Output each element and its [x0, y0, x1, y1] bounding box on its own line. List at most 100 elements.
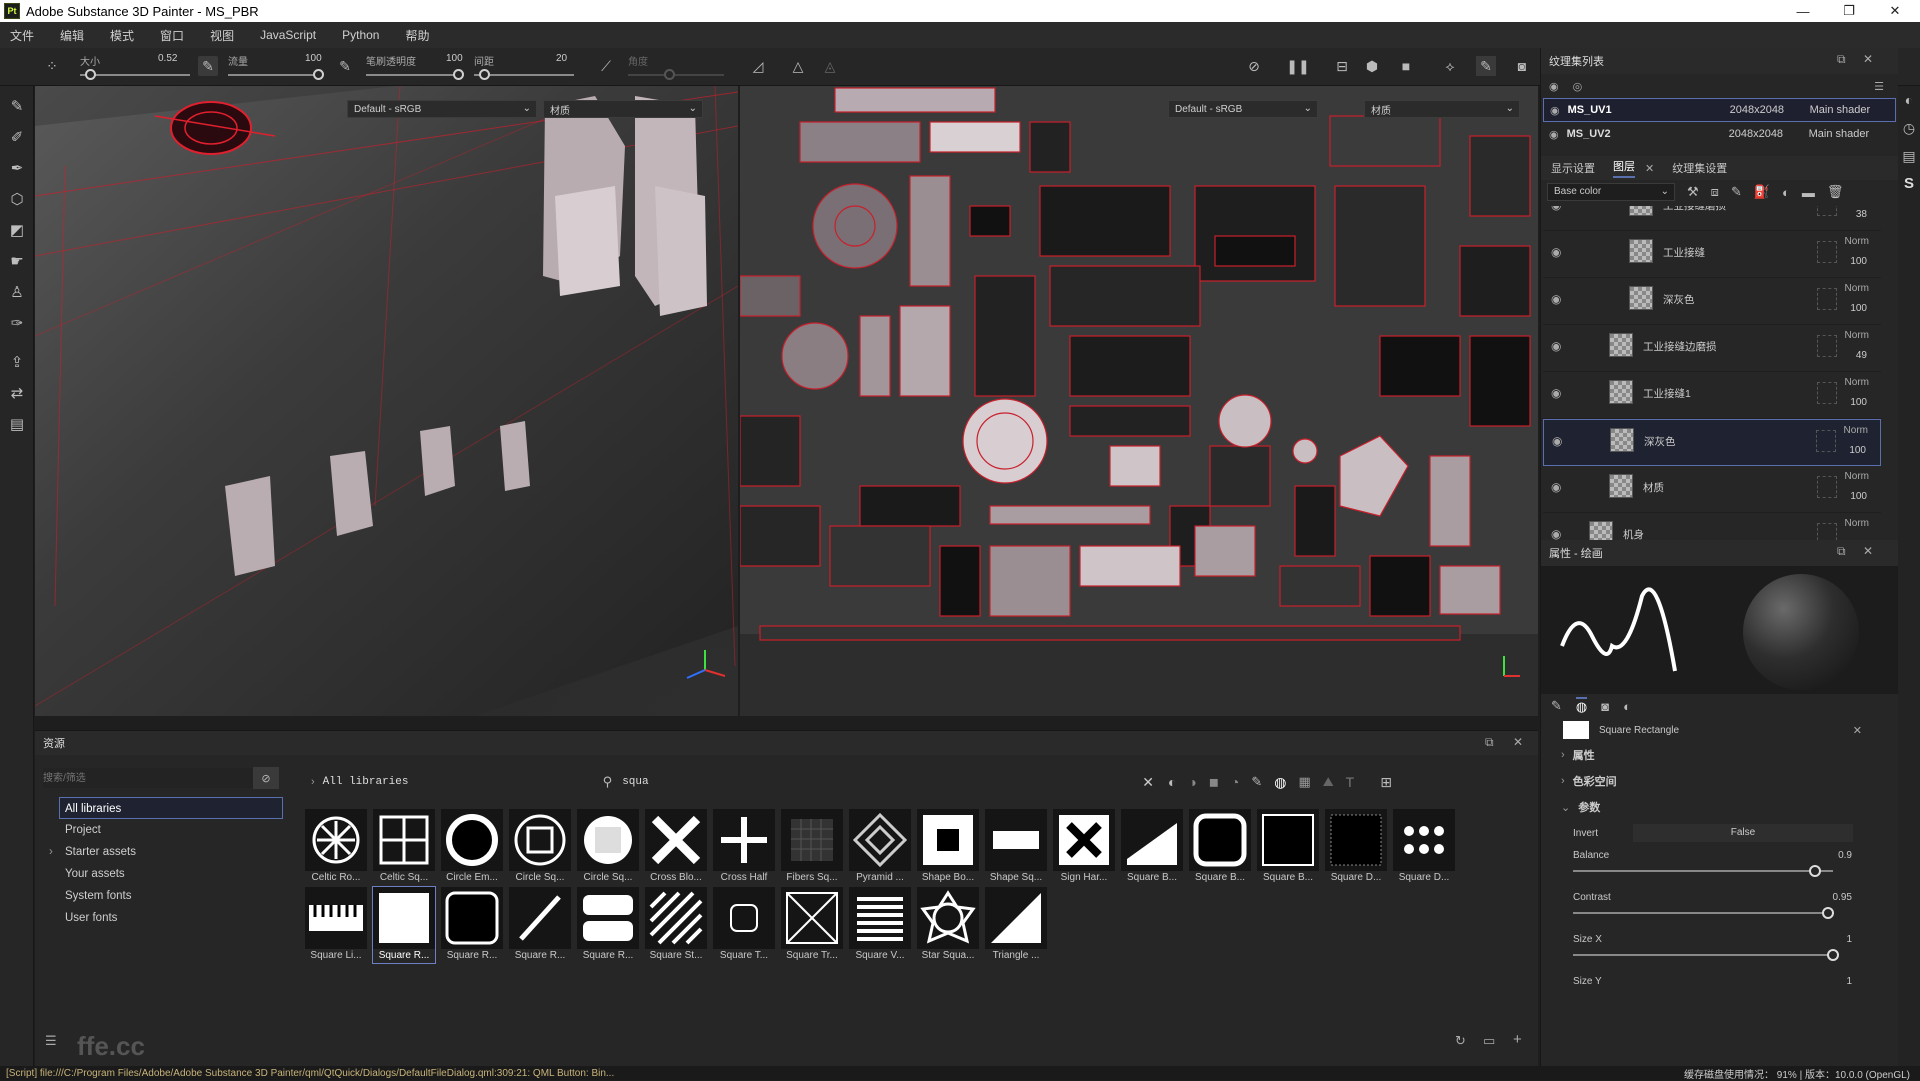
viewport-3d-channel-dropdown[interactable]: Default - sRGB ⌄	[347, 100, 537, 118]
size-x-slider[interactable]	[1573, 954, 1833, 956]
layer-opacity[interactable]: 100	[1850, 397, 1867, 408]
opacity-slider-handle[interactable]	[453, 69, 464, 80]
layer-mask-slot[interactable]	[1817, 335, 1837, 357]
asset-tile[interactable]: Fibers Sq...	[781, 809, 843, 885]
asset-tile[interactable]: Square Li...	[305, 887, 367, 963]
screenshot-icon[interactable]: ◙	[1512, 56, 1532, 76]
layer-blend-mode[interactable]: Norm	[1844, 425, 1868, 436]
mirror-icon[interactable]: △	[788, 56, 808, 76]
layer-row[interactable]: ◉ 深灰色 Norm 100	[1543, 419, 1881, 466]
pen-pressure-size-icon[interactable]: ✎	[198, 56, 218, 76]
texture-set-item-ms-uv2[interactable]: ◉ MS_UV2 2048x2048 Main shader	[1543, 122, 1896, 146]
viewport-3d-material-dropdown[interactable]: 材质 ⌄	[543, 100, 703, 118]
asset-tile[interactable]: Celtic Ro...	[305, 809, 367, 885]
size-x-slider-handle[interactable]	[1827, 949, 1839, 961]
mirror-off-icon[interactable]: ◬	[820, 56, 840, 76]
layer-name[interactable]: 工业接缝	[1663, 245, 1705, 260]
chevron-right-icon[interactable]: ›	[311, 776, 315, 788]
layer-row[interactable]: ◉ 工业接缝边磨损 Norm 49	[1543, 325, 1881, 372]
add-effect-icon[interactable]: ⚒	[1687, 184, 1699, 200]
eye-icon[interactable]: ◉	[1550, 104, 1560, 117]
history-icon[interactable]: ◷	[1898, 114, 1920, 142]
layer-opacity[interactable]: 49	[1856, 350, 1867, 361]
assets-search-input[interactable]: squa	[622, 776, 1142, 788]
pen-pressure-flow-icon[interactable]: ✎	[335, 56, 355, 76]
layer-mask-slot[interactable]	[1817, 523, 1837, 540]
add-mask-icon[interactable]: ⧈	[1711, 184, 1719, 200]
layer-blend-mode[interactable]: Norm	[1845, 518, 1869, 529]
layer-mask-slot[interactable]	[1817, 288, 1837, 310]
log-icon[interactable]: ▤	[1898, 142, 1920, 170]
filter-brush-icon[interactable]: ✎	[1251, 774, 1262, 790]
hide-icon[interactable]: ⊘	[1244, 56, 1264, 76]
asset-tile[interactable]: Shape Sq...	[985, 809, 1047, 885]
bake-icon[interactable]: ⟡	[1440, 56, 1460, 76]
alpha-slot[interactable]: Square Rectangle ✕	[1541, 718, 1898, 742]
eye-icon[interactable]: ◉	[1551, 386, 1561, 400]
asset-tile[interactable]: Square St...	[645, 887, 707, 963]
layer-name[interactable]: 深灰色	[1644, 434, 1676, 449]
filter-material-icon[interactable]: ◐	[1168, 774, 1176, 790]
library-all[interactable]: All libraries	[59, 797, 283, 819]
projection-icon[interactable]: ✒	[0, 152, 34, 183]
asset-tile[interactable]: Star Squa...	[917, 887, 979, 963]
layer-mask-slot[interactable]	[1817, 241, 1837, 263]
asset-tile[interactable]: Circle Sq...	[509, 809, 571, 885]
asset-tile[interactable]: Square D...	[1393, 809, 1455, 885]
filter-smart-material-icon[interactable]: ◑	[1188, 774, 1196, 790]
size-y-value[interactable]: 1	[1846, 976, 1852, 987]
clear-search-icon[interactable]: ✕	[1142, 774, 1154, 791]
delete-layer-icon[interactable]: 🗑	[1827, 184, 1844, 200]
invert-dropdown[interactable]: False	[1633, 824, 1853, 842]
alpha-thumbnail[interactable]	[1563, 721, 1589, 739]
layer-name[interactable]: 工业接缝1	[1643, 386, 1691, 401]
asset-tile[interactable]: Shape Bo...	[917, 809, 979, 885]
add-fill-layer-icon[interactable]: ⛽	[1754, 184, 1770, 200]
new-folder-icon[interactable]: ▭	[1483, 1033, 1495, 1049]
layer-opacity[interactable]: 38	[1856, 209, 1867, 220]
asset-tile[interactable]: Circle Sq...	[577, 809, 639, 885]
asset-tile[interactable]: Square Tr...	[781, 887, 843, 963]
contrast-slider[interactable]	[1573, 912, 1833, 914]
viewport-2d-material-dropdown[interactable]: 材质 ⌄	[1364, 100, 1520, 118]
layer-row[interactable]: ◉ 工业接缝磨损 38	[1543, 206, 1881, 231]
menu-help[interactable]: 帮助	[405, 27, 429, 44]
eye-outline-icon[interactable]: ◎	[1573, 80, 1583, 93]
size-value[interactable]: 0.52	[158, 53, 177, 64]
close-tab-icon[interactable]: ✕	[1645, 162, 1654, 175]
layer-row[interactable]: ◉ 机身 Norm	[1543, 513, 1881, 540]
layer-blend-mode[interactable]: Norm	[1845, 377, 1869, 388]
layer-mask-slot[interactable]	[1817, 206, 1837, 216]
undock-icon[interactable]: ⧉	[1485, 735, 1494, 750]
viewport-3d[interactable]: Default - sRGB ⌄ 材质 ⌄	[35, 86, 738, 716]
filter-mask-icon[interactable]: ◼	[1209, 775, 1219, 789]
flow-slider[interactable]	[228, 74, 320, 76]
add-folder-icon[interactable]: ▬	[1802, 185, 1815, 200]
paint-mode-icon[interactable]: ✎	[1476, 56, 1496, 76]
filter-texture-icon[interactable]: ▦	[1298, 774, 1310, 790]
contrast-value[interactable]: 0.95	[1833, 892, 1852, 903]
eye-icon[interactable]: ◉	[1551, 245, 1561, 259]
layer-mask-slot[interactable]	[1817, 382, 1837, 404]
layer-opacity[interactable]: 100	[1850, 303, 1867, 314]
camera-icon[interactable]: ■	[1396, 56, 1416, 76]
assets-filter-input[interactable]	[43, 768, 253, 788]
layer-blend-mode[interactable]: Norm	[1845, 330, 1869, 341]
layer-row[interactable]: ◉ 深灰色 Norm 100	[1543, 278, 1881, 325]
tab-display-settings[interactable]: 显示设置	[1551, 160, 1595, 176]
layer-blend-mode[interactable]: Norm	[1845, 236, 1869, 247]
clone-icon[interactable]: ♙	[0, 276, 34, 307]
refresh-icon[interactable]: ↻	[1455, 1033, 1466, 1049]
asset-tile[interactable]: Pyramid ...	[849, 809, 911, 885]
angle-icon[interactable]: ◿	[748, 56, 768, 76]
menu-view[interactable]: 视图	[210, 27, 234, 44]
viewport-2d-uv[interactable]: Default - sRGB ⌄ 材质 ⌄	[740, 86, 1538, 716]
viewport-2d-channel-dropdown[interactable]: Default - sRGB ⌄	[1168, 100, 1318, 118]
menu-edit[interactable]: 编辑	[60, 27, 84, 44]
menu-file[interactable]: 文件	[10, 27, 34, 44]
layer-name[interactable]: 机身	[1623, 527, 1644, 540]
asset-tile[interactable]: Triangle ...	[985, 887, 1047, 963]
layer-row[interactable]: ◉ 工业接缝1 Norm 100	[1543, 372, 1881, 419]
flow-value[interactable]: 100	[305, 53, 322, 64]
asset-tile[interactable]: Square B...	[1121, 809, 1183, 885]
